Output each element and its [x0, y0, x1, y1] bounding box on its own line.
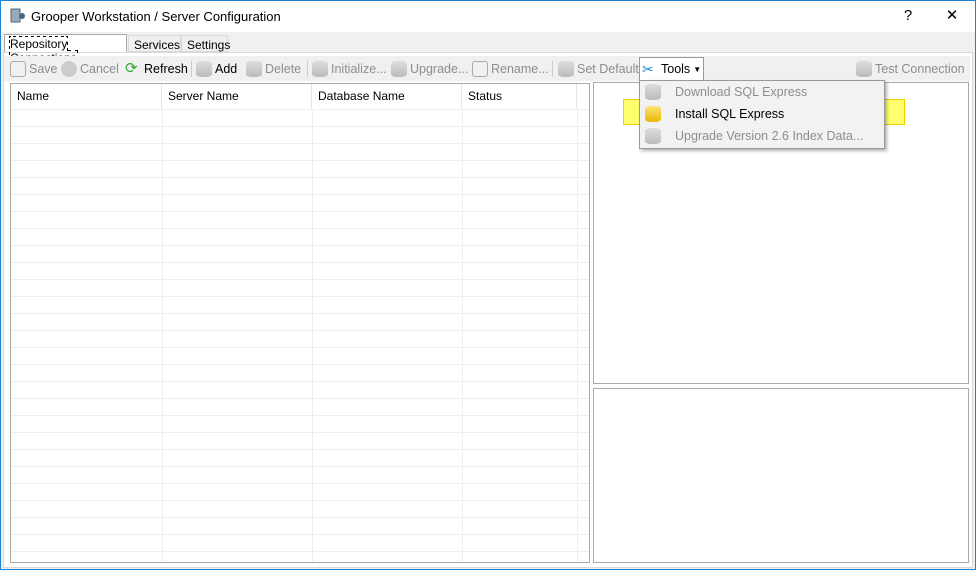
- grid-row-line: [11, 432, 589, 433]
- cancel-icon: [61, 61, 77, 77]
- cancel-button[interactable]: Cancel: [61, 59, 119, 79]
- grid-row-line: [11, 262, 589, 263]
- save-icon: [10, 61, 26, 77]
- column-header-server-name[interactable]: Server Name: [162, 84, 312, 109]
- delete-button[interactable]: Delete: [246, 59, 301, 79]
- tab-repository-connections[interactable]: Repository Connections: [4, 34, 127, 66]
- window-title: Grooper Workstation / Server Configurati…: [31, 9, 281, 24]
- column-header-name[interactable]: Name: [11, 84, 162, 109]
- grid-column-line: [162, 109, 163, 562]
- grid-row-line: [11, 245, 589, 246]
- save-button[interactable]: Save: [10, 59, 58, 79]
- grid-row-line: [11, 347, 589, 348]
- grid-row-line: [11, 449, 589, 450]
- grid-row-line: [11, 517, 589, 518]
- grid-row-line: [11, 466, 589, 467]
- grid-row-line: [11, 177, 589, 178]
- database-install-icon: [645, 106, 661, 122]
- grid-row-line: [11, 279, 589, 280]
- menu-item-upgrade-index-data[interactable]: Upgrade Version 2.6 Index Data...: [675, 125, 863, 147]
- close-button[interactable]: ✕: [937, 5, 967, 27]
- test-connection-button[interactable]: Test Connection: [856, 59, 965, 79]
- menu-item-download-sql-express[interactable]: Download SQL Express: [675, 81, 807, 103]
- tab-services[interactable]: Services: [128, 35, 181, 52]
- set-default-button[interactable]: Set Default: [558, 59, 639, 79]
- refresh-icon: ⟳: [125, 60, 138, 77]
- grid-row-line: [11, 296, 589, 297]
- grid-row-line: [11, 143, 589, 144]
- app-icon: [10, 8, 25, 23]
- grid-row-line: [11, 211, 589, 212]
- chevron-down-icon: ▼: [693, 64, 702, 74]
- tab-settings[interactable]: Settings: [181, 35, 230, 52]
- test-connection-icon: [856, 61, 872, 77]
- details-panel[interactable]: [593, 388, 969, 563]
- tools-dropdown-button[interactable]: ✂ Tools ▼: [639, 57, 704, 80]
- grid-row-line: [11, 398, 589, 399]
- repository-connections-grid[interactable]: Name Server Name Database Name Status: [10, 83, 590, 563]
- help-button[interactable]: ?: [893, 5, 923, 27]
- upgrade-index-icon: [645, 128, 661, 144]
- toolbar: Save Cancel ⟳ Refresh Add Delete Initiali…: [4, 56, 970, 81]
- grid-row-line: [11, 483, 589, 484]
- grid-column-line: [577, 109, 578, 562]
- grid-row-line: [11, 228, 589, 229]
- tools-icon: ✂: [642, 61, 654, 77]
- grid-row-line: [11, 381, 589, 382]
- grid-row-line: [11, 534, 589, 535]
- grid-row-line: [11, 313, 589, 314]
- window: Grooper Workstation / Server Configurati…: [0, 0, 976, 570]
- rename-button[interactable]: Rename...: [472, 59, 549, 79]
- initialize-button[interactable]: Initialize...: [312, 59, 387, 79]
- add-button[interactable]: Add: [196, 59, 237, 79]
- column-header-status[interactable]: Status: [462, 84, 577, 109]
- grid-row-line: [11, 194, 589, 195]
- grid-row-line: [11, 415, 589, 416]
- column-header-database-name[interactable]: Database Name: [312, 84, 462, 109]
- grid-row-line: [11, 109, 589, 110]
- grid-row-line: [11, 330, 589, 331]
- upgrade-button[interactable]: Upgrade...: [391, 59, 468, 79]
- download-icon: [645, 84, 661, 100]
- grid-row-line: [11, 160, 589, 161]
- grid-row-line: [11, 500, 589, 501]
- grid-column-line: [312, 109, 313, 562]
- set-default-icon: [558, 61, 574, 77]
- grid-row-line: [11, 126, 589, 127]
- grid-row-line: [11, 551, 589, 552]
- database-add-icon: [196, 61, 212, 77]
- database-delete-icon: [246, 61, 262, 77]
- grid-column-line: [462, 109, 463, 562]
- database-upgrade-icon: [391, 61, 407, 77]
- tools-menu: Download SQL Express Install SQL Express…: [639, 80, 885, 149]
- grid-row-line: [11, 364, 589, 365]
- menu-item-install-sql-express[interactable]: Install SQL Express: [675, 103, 784, 125]
- refresh-button[interactable]: ⟳ Refresh: [125, 59, 188, 79]
- rename-icon: [472, 61, 488, 77]
- database-initialize-icon: [312, 61, 328, 77]
- title-bar: Grooper Workstation / Server Configurati…: [1, 1, 975, 32]
